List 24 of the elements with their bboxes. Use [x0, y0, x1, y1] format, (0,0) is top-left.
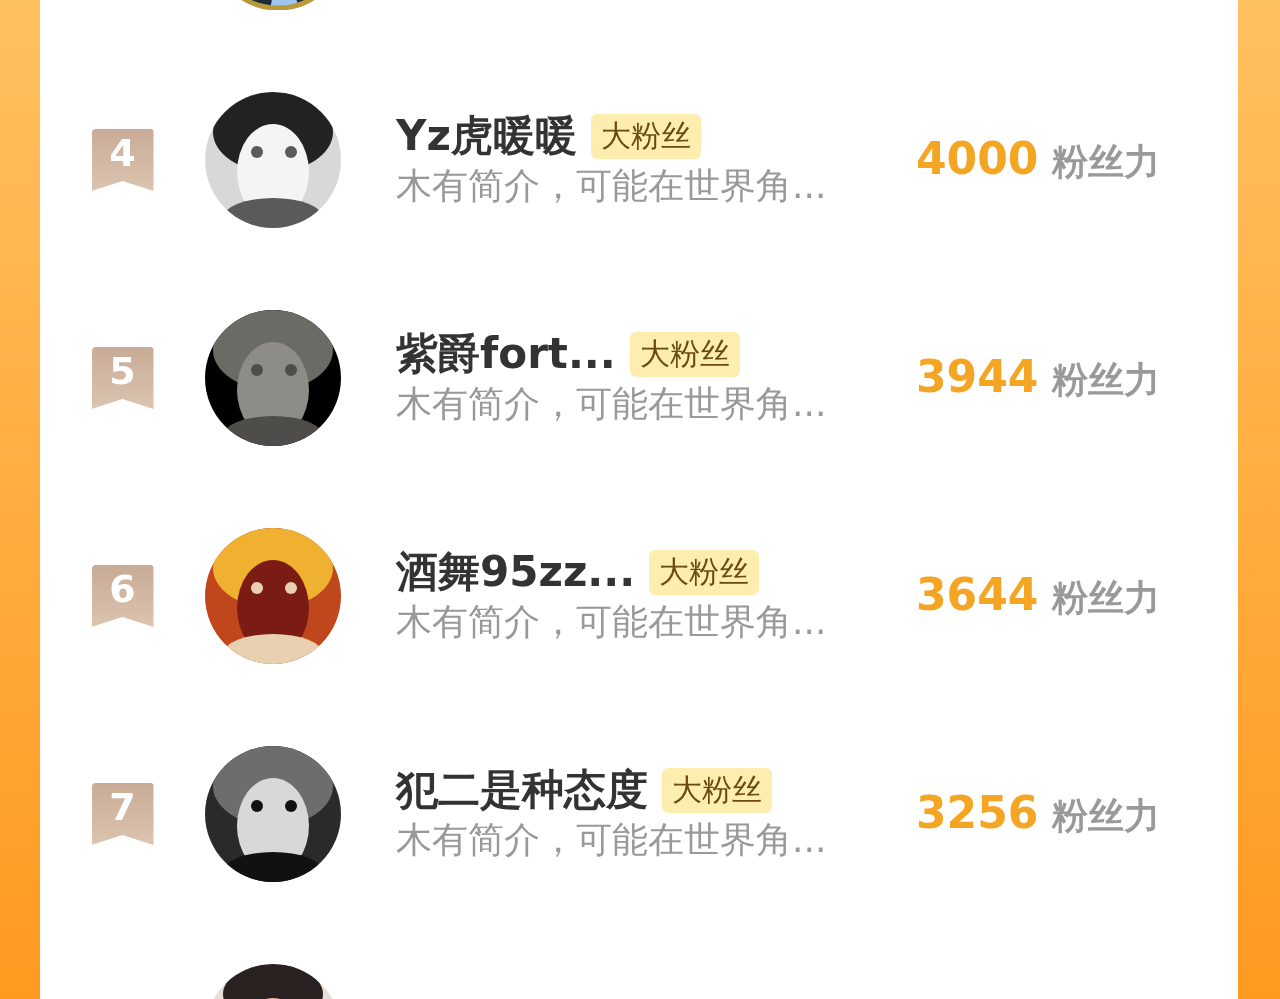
fan-badge: 大粉丝 — [590, 113, 701, 159]
score-unit: 粉丝力 — [1052, 358, 1161, 402]
fan-score: 3944 — [916, 351, 1039, 402]
rank-number: 7 — [109, 785, 136, 829]
user-bio: 木有简介，可能在世界角... — [396, 818, 828, 862]
user-name: Yz虎暖暖 — [396, 110, 577, 162]
rank-number: 4 — [109, 131, 136, 175]
score-unit: 粉丝力 — [1052, 576, 1161, 620]
fan-score: 3644 — [916, 569, 1039, 620]
rank-number: 5 — [109, 349, 136, 393]
user-bio: 木有简介，可能在世界角... — [396, 600, 828, 644]
user-name: 紫爵fort... — [396, 328, 616, 380]
user-name: 犯二是种态度 — [396, 764, 648, 816]
fan-badge: 大粉丝 — [629, 331, 740, 377]
score-unit: 粉丝力 — [1052, 794, 1161, 838]
score-unit: 粉丝力 — [1052, 140, 1161, 184]
user-bio: 木有简介，可能在世界角... — [396, 382, 828, 426]
fan-badge: 大粉丝 — [662, 767, 772, 813]
fan-score: 4000 — [916, 133, 1039, 184]
user-bio: 木有简介，可能在世界角... — [396, 164, 828, 208]
user-name: 酒舞95zz... — [396, 546, 636, 598]
rank-number: 6 — [109, 567, 136, 611]
fan-badge: 大粉丝 — [649, 549, 760, 595]
fan-score: 3256 — [916, 787, 1039, 838]
